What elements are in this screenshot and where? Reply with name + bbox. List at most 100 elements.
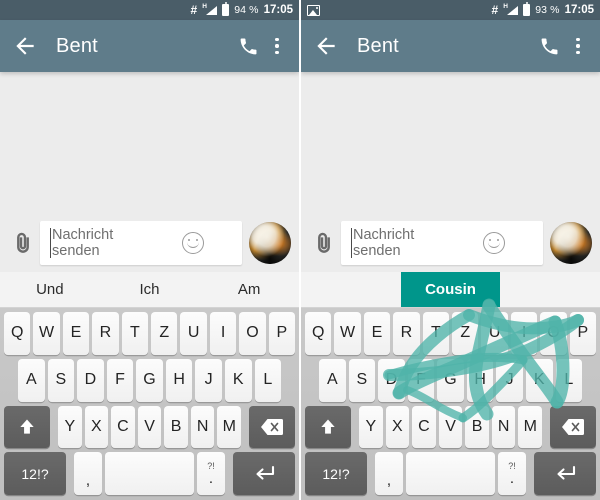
phone-icon[interactable] [235,33,261,59]
key-x[interactable]: X [84,405,109,449]
key-o[interactable]: O [540,312,567,355]
enter-arrow-icon[interactable] [534,452,596,495]
key-a[interactable]: A [18,358,45,402]
backspace-icon[interactable] [550,405,597,449]
key-comma[interactable]: , [375,452,403,495]
key-e[interactable]: E [62,312,90,355]
key-z[interactable]: Z [151,312,178,355]
key-t[interactable]: T [422,312,450,355]
shift-arrow-icon[interactable] [305,405,351,449]
status-bar-right-icons: # H 94 % 17:05 [191,2,293,16]
key-v[interactable]: V [137,405,162,449]
key-w[interactable]: W [33,312,60,355]
key-d[interactable]: D [378,358,405,402]
key-u[interactable]: U [180,312,207,355]
key-x[interactable]: X [385,405,410,449]
key-j[interactable]: J [195,358,222,402]
more-options-icon[interactable] [568,37,588,55]
battery-icon [222,2,230,16]
message-input[interactable]: Nachricht senden [341,221,543,265]
key-q[interactable]: Q [305,312,332,355]
panel-right: # H 93 % 17:05 Bent Nachricht senden Cou… [301,0,600,500]
key-t[interactable]: T [121,312,149,355]
key-c[interactable]: C [412,405,436,449]
key-p[interactable]: P [268,312,296,355]
suggestion-item-0[interactable] [301,272,401,307]
emoji-icon[interactable] [483,232,505,254]
back-arrow-icon[interactable] [12,33,38,59]
key-y[interactable]: Y [58,405,82,449]
key-n[interactable]: N [190,405,215,449]
suggestion-item-0[interactable]: Und [0,272,100,307]
key-o[interactable]: O [239,312,266,355]
status-bar: # H 94 % 17:05 [0,0,299,20]
suggestion-item-2[interactable]: Am [199,272,299,307]
key-j[interactable]: J [496,358,523,402]
key-g[interactable]: G [437,358,464,402]
key-comma[interactable]: , [74,452,102,495]
message-input[interactable]: Nachricht senden [40,221,242,265]
backspace-icon[interactable] [249,405,296,449]
key-l[interactable]: L [555,358,583,402]
suggestion-item-1[interactable]: Cousin [400,272,501,307]
key-r[interactable]: R [92,312,119,355]
key-f[interactable]: F [407,358,435,402]
key-z[interactable]: Z [452,312,479,355]
back-arrow-icon[interactable] [313,33,339,59]
key-h[interactable]: H [466,358,494,402]
panel-left: # H 94 % 17:05 Bent Nachricht senden Und… [0,0,301,500]
key-b[interactable]: B [164,405,188,449]
key-u[interactable]: U [481,312,508,355]
enter-arrow-icon[interactable] [233,452,295,495]
key-i[interactable]: I [510,312,538,355]
key-l[interactable]: L [254,358,282,402]
suggestion-item-2[interactable] [500,272,600,307]
key-d[interactable]: D [77,358,104,402]
key-m[interactable]: M [217,405,242,449]
key-f[interactable]: F [106,358,134,402]
key-period[interactable]: ?! . [197,452,225,495]
clock-label: 17:05 [263,4,293,16]
key-q[interactable]: Q [4,312,31,355]
key-i[interactable]: I [209,312,237,355]
contact-avatar[interactable] [249,222,291,264]
key-space[interactable] [105,452,194,495]
more-options-icon[interactable] [267,37,287,55]
key-e[interactable]: E [363,312,391,355]
key-k[interactable]: K [525,358,553,402]
signal-bars [206,6,218,15]
key-n[interactable]: N [491,405,516,449]
key-period[interactable]: ?! . [498,452,526,495]
key-s[interactable]: S [348,358,376,402]
paperclip-icon[interactable] [307,232,341,254]
key-s[interactable]: S [47,358,75,402]
key-m[interactable]: M [518,405,543,449]
key-g[interactable]: G [136,358,163,402]
status-bar-left-icons [307,4,492,16]
paperclip-icon[interactable] [6,232,40,254]
contact-avatar[interactable] [550,222,592,264]
dual-screenshot-comparison: # H 94 % 17:05 Bent Nachricht senden Und… [0,0,600,500]
key-v[interactable]: V [438,405,463,449]
status-bar-right-icons: # H 93 % 17:05 [492,2,594,16]
placeholder-line-2: senden [52,243,100,259]
symbols-key[interactable]: 12!? [4,452,66,495]
keyboard-row-1: Q W E R T Z U I O P [2,312,297,355]
shift-arrow-icon[interactable] [4,405,50,449]
emoji-icon[interactable] [182,232,204,254]
symbols-key[interactable]: 12!? [305,452,367,495]
key-k[interactable]: K [224,358,252,402]
key-h[interactable]: H [165,358,193,402]
key-space[interactable] [406,452,495,495]
key-a[interactable]: A [319,358,346,402]
battery-icon [523,2,531,16]
key-period-primary: . [208,469,214,487]
key-y[interactable]: Y [359,405,383,449]
suggestion-item-1[interactable]: Ich [100,272,200,307]
key-r[interactable]: R [393,312,420,355]
key-p[interactable]: P [569,312,597,355]
key-b[interactable]: B [465,405,489,449]
key-w[interactable]: W [334,312,361,355]
phone-icon[interactable] [536,33,562,59]
key-c[interactable]: C [111,405,135,449]
